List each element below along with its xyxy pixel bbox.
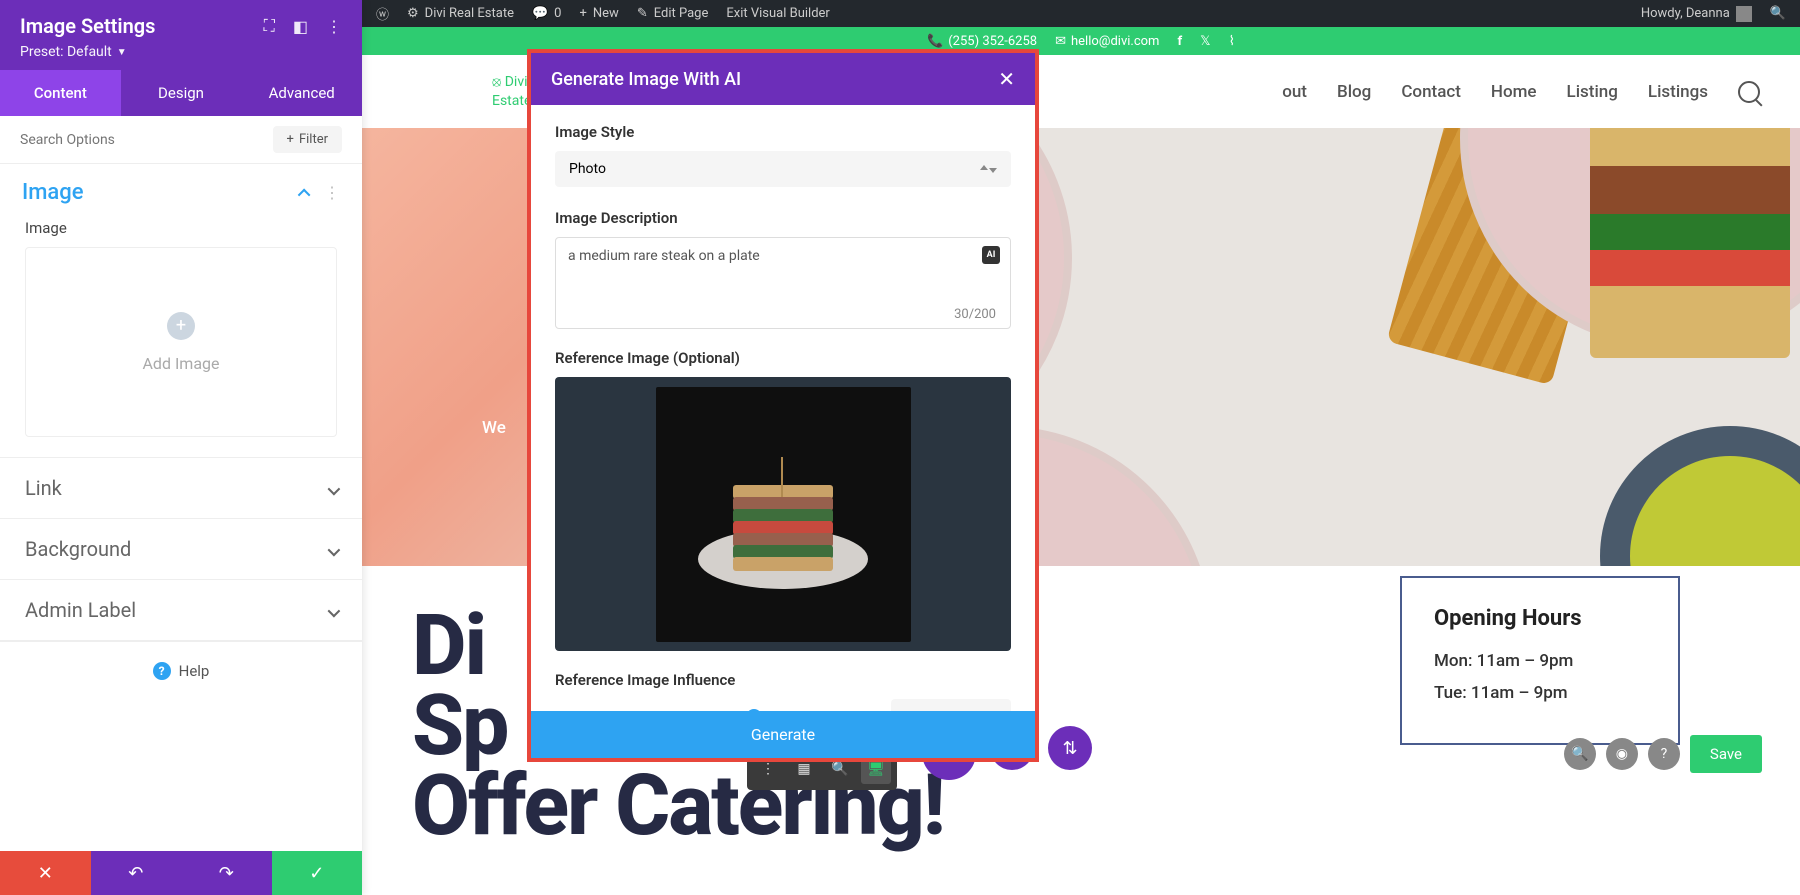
save-button[interactable]: Save (1690, 735, 1762, 773)
facebook-icon[interactable]: f (1177, 34, 1182, 49)
modal-header: Generate Image With AI ✕ (531, 53, 1035, 105)
hours-line: Mon: 11am – 9pm (1434, 651, 1646, 671)
wp-search-icon[interactable]: 🔍 (1770, 6, 1786, 21)
accordion-admin-label[interactable]: Admin Label (0, 579, 362, 641)
reference-image-thumb (656, 387, 911, 642)
chevron-down-icon (328, 476, 337, 500)
style-label: Image Style (555, 123, 1011, 141)
nav-item[interactable]: Listing (1567, 82, 1618, 102)
chevron-down-icon (328, 598, 337, 622)
undo-button[interactable]: ↶ (91, 851, 182, 895)
wp-logo-icon[interactable]: ⓦ (376, 4, 389, 23)
modal-title: Generate Image With AI (551, 69, 741, 90)
hours-title: Opening Hours (1434, 606, 1646, 631)
settings-sidebar: Image Settings ⛶ ◧ ⋮ Preset: Default ▼ C… (0, 0, 362, 895)
help-icon: ? (153, 662, 171, 680)
add-icon: + (167, 312, 195, 340)
search-input[interactable] (20, 132, 273, 148)
avatar (1736, 6, 1752, 22)
char-count: 30/200 (954, 307, 996, 322)
mini-fab[interactable]: ◉ (1606, 738, 1638, 770)
add-image-label: Add Image (142, 354, 219, 373)
ref-label: Reference Image (Optional) (555, 349, 1011, 367)
hero-subhead: We (482, 418, 506, 438)
wp-admin-bar: ⓦ ⚙Divi Real Estate 💬0 +New ✎Edit Page E… (362, 0, 1800, 27)
fab-button[interactable]: ⇅ (1048, 726, 1092, 770)
nav-item[interactable]: Contact (1401, 82, 1461, 102)
influence-value[interactable]: 65% (891, 699, 1011, 711)
tab-content[interactable]: Content (0, 70, 121, 116)
sidebar-header: Image Settings ⛶ ◧ ⋮ Preset: Default ▼ (0, 0, 362, 70)
chevron-down-icon (328, 537, 337, 561)
sandwich-decor (1590, 128, 1790, 358)
discard-button[interactable]: ✕ (0, 851, 91, 895)
nav-item[interactable]: Home (1491, 82, 1537, 102)
phone-link[interactable]: 📞 (255) 352-6258 (927, 34, 1037, 49)
x-icon[interactable]: 𝕏 (1200, 34, 1210, 49)
slider-thumb[interactable] (746, 709, 762, 711)
logo-placeholder[interactable]: ⦻ DiviEstate (492, 73, 531, 109)
chevron-down-icon: ▼ (117, 47, 127, 58)
nav-item[interactable]: Blog (1337, 82, 1371, 102)
accordion-link[interactable]: Link (0, 457, 362, 518)
bowl-decor (1600, 426, 1800, 566)
image-dropzone[interactable]: + Add Image (25, 247, 337, 437)
new-link[interactable]: +New (579, 6, 618, 21)
email-link[interactable]: ✉ hello@divi.com (1055, 34, 1159, 49)
rss-icon[interactable]: ⌇ (1229, 34, 1235, 49)
confirm-button[interactable]: ✓ (272, 851, 363, 895)
reference-image-area[interactable] (555, 377, 1011, 651)
nav-menu: out Blog Contact Home Listing Listings (1282, 81, 1760, 103)
howdy-user[interactable]: Howdy, Deanna (1641, 6, 1752, 22)
exit-vb-link[interactable]: Exit Visual Builder (726, 6, 829, 21)
hours-card: Opening Hours Mon: 11am – 9pm Tue: 11am … (1400, 576, 1680, 745)
sidebar-title: Image Settings (20, 14, 155, 38)
redo-button[interactable]: ↷ (181, 851, 272, 895)
ai-modal: Generate Image With AI ✕ Image Style Pho… (527, 49, 1039, 762)
tab-advanced[interactable]: Advanced (241, 70, 362, 116)
desc-label: Image Description (555, 209, 1011, 227)
tab-design[interactable]: Design (121, 70, 242, 116)
sidebar-tabs: Content Design Advanced (0, 70, 362, 116)
expand-icon[interactable]: ⛶ (264, 16, 275, 36)
generate-button[interactable]: Generate (531, 711, 1035, 758)
style-select[interactable]: Photo (555, 151, 1011, 187)
preset-selector[interactable]: Preset: Default ▼ (20, 44, 342, 60)
more-icon[interactable]: ⋮ (326, 17, 342, 36)
section-more-icon[interactable]: ⋮ (324, 183, 340, 202)
edit-page-link[interactable]: ✎Edit Page (637, 6, 709, 21)
comments-link[interactable]: 💬0 (532, 6, 562, 21)
nav-item[interactable]: out (1282, 82, 1307, 102)
snap-icon[interactable]: ◧ (293, 17, 308, 36)
help-link[interactable]: ?Help (0, 641, 362, 700)
accordion-background[interactable]: Background (0, 518, 362, 579)
ai-badge-icon[interactable]: AI (982, 246, 1000, 264)
image-field-label: Image (0, 215, 362, 247)
mini-fab[interactable]: ? (1648, 738, 1680, 770)
close-icon[interactable]: ✕ (998, 67, 1015, 91)
select-arrows-icon (980, 161, 997, 177)
image-section-header[interactable]: Image ⋮ (0, 164, 362, 215)
mini-fab[interactable]: 🔍 (1564, 738, 1596, 770)
collapse-icon[interactable] (301, 183, 310, 202)
influence-label: Reference Image Influence (555, 671, 1011, 689)
hours-line: Tue: 11am – 9pm (1434, 683, 1646, 703)
site-link[interactable]: ⚙Divi Real Estate (407, 6, 514, 21)
search-icon[interactable] (1738, 81, 1760, 103)
nav-item[interactable]: Listings (1648, 82, 1708, 102)
filter-button[interactable]: +Filter (273, 126, 342, 153)
description-textarea[interactable]: a medium rare steak on a plate AI 30/200 (555, 237, 1011, 329)
